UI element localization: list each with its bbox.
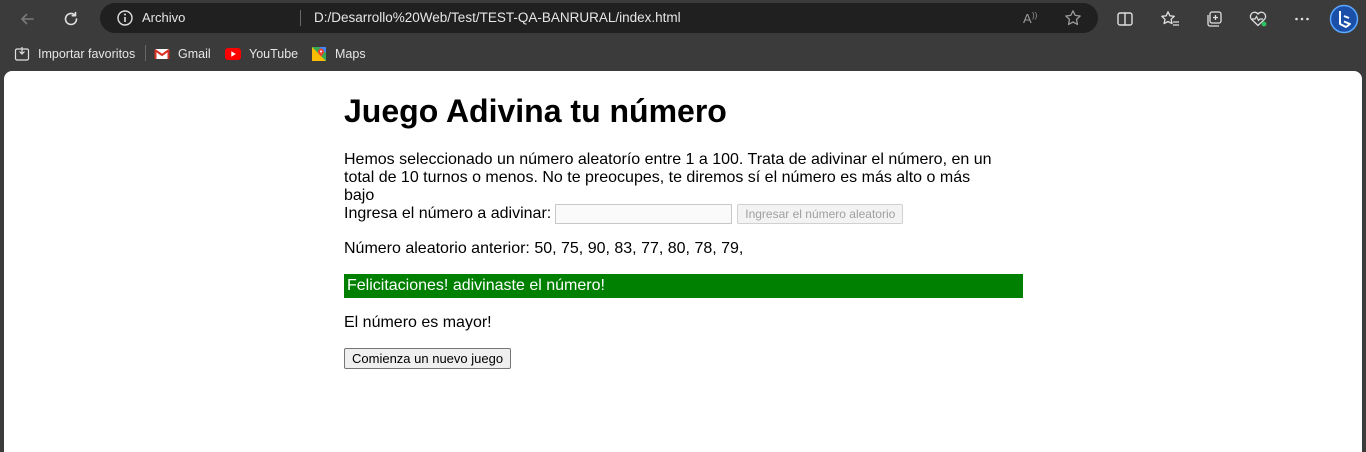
svg-text:A: A	[1023, 11, 1032, 26]
info-icon[interactable]	[116, 9, 134, 31]
bookmark-label: Maps	[335, 47, 366, 61]
favorite-star-icon[interactable]	[1064, 9, 1082, 31]
bookmark-separator	[145, 45, 146, 61]
hint-message: El número es mayor!	[344, 314, 492, 331]
url-text[interactable]: D:/Desarrollo%20Web/Test/TEST-QA-BANRURA…	[314, 10, 681, 25]
address-bar[interactable]: Archivo D:/Desarrollo%20Web/Test/TEST-QA…	[100, 3, 1098, 33]
svg-text:)): ))	[1032, 11, 1038, 20]
back-icon[interactable]	[12, 4, 42, 34]
bookmark-maps[interactable]: Maps	[311, 45, 366, 63]
bookmark-label: Gmail	[178, 47, 211, 61]
import-icon	[14, 46, 30, 62]
more-icon[interactable]	[1287, 4, 1317, 34]
guess-input[interactable]	[555, 204, 733, 224]
new-game-button[interactable]: Comienza un nuevo juego	[344, 348, 512, 369]
performance-icon[interactable]	[1243, 4, 1273, 34]
collections-icon[interactable]	[1199, 4, 1229, 34]
split-screen-icon[interactable]	[1110, 4, 1140, 34]
bookmarks-bar: Importar favoritos Gmail YouTube Maps	[0, 37, 1366, 71]
gmail-icon	[154, 46, 170, 62]
site-info-label[interactable]: Archivo	[142, 10, 185, 25]
game-description: Hemos seleccionado un número aleatorío e…	[344, 151, 992, 204]
submit-guess-button[interactable]: Ingresar el número aleatorio	[737, 204, 904, 224]
bookmark-label: Importar favoritos	[38, 47, 136, 61]
youtube-icon	[225, 46, 241, 62]
bing-icon[interactable]	[1328, 3, 1360, 35]
bookmark-gmail[interactable]: Gmail	[154, 45, 211, 63]
maps-icon	[311, 46, 327, 62]
guess-label: Ingresa el número a adivinar:	[344, 205, 552, 222]
result-message: Felicitaciones! adivinaste el número!	[344, 274, 1023, 298]
bookmark-youtube[interactable]: YouTube	[225, 45, 298, 63]
bookmark-label: YouTube	[249, 47, 299, 61]
browser-toolbar: Archivo D:/Desarrollo%20Web/Test/TEST-QA…	[0, 0, 1366, 37]
favorites-icon[interactable]	[1155, 4, 1185, 34]
bookmark-import[interactable]: Importar favoritos	[14, 45, 135, 63]
reload-icon[interactable]	[56, 4, 86, 34]
page-viewport: Juego Adivina tu número Hemos selecciona…	[4, 71, 1362, 452]
read-aloud-icon[interactable]: A))	[1022, 9, 1042, 31]
previous-guesses: Número aleatorio anterior: 50, 75, 90, 8…	[344, 240, 744, 257]
page-title: Juego Adivina tu número	[344, 93, 727, 129]
guess-form: Ingresa el número a adivinar: Ingresar e…	[344, 203, 904, 225]
address-separator	[300, 10, 301, 26]
